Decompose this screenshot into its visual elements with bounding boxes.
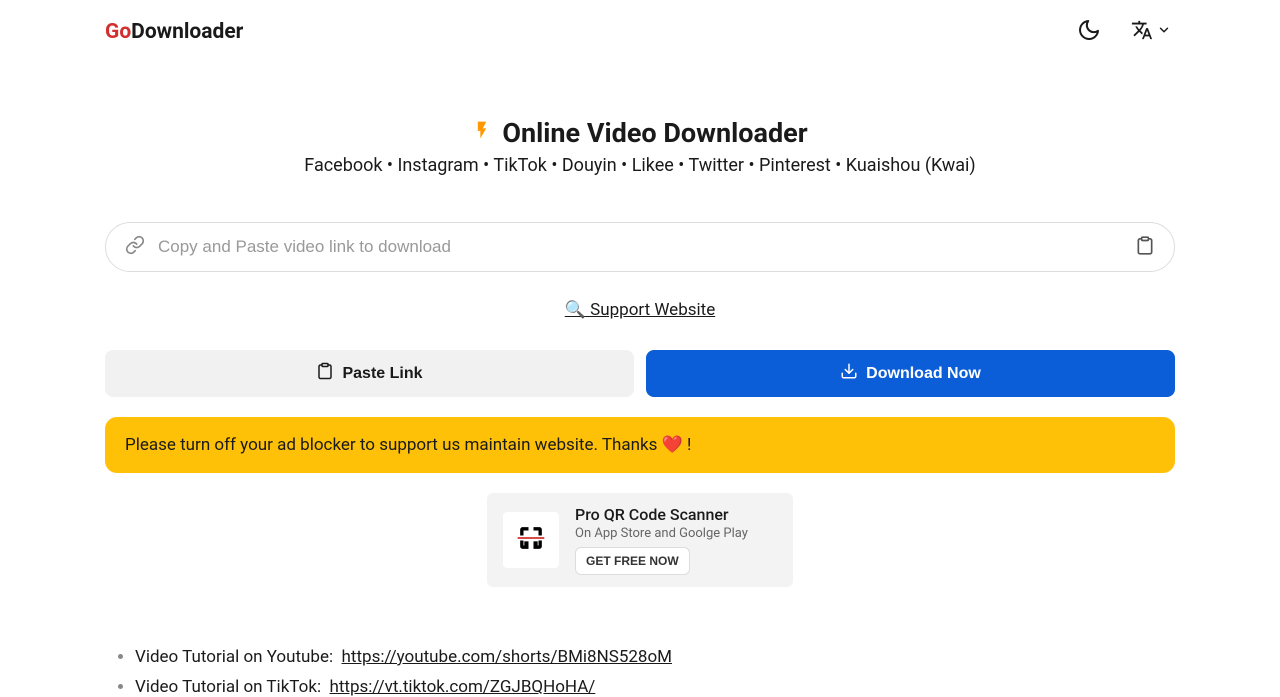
tutorial-list: Video Tutorial on Youtube: https://youtu… <box>105 647 1175 697</box>
promo-title: Pro QR Code Scanner <box>575 505 748 524</box>
button-row: Paste Link Download Now <box>105 350 1175 397</box>
download-icon <box>840 362 858 385</box>
moon-icon <box>1077 18 1101 45</box>
clipboard-icon <box>316 362 334 385</box>
bolt-icon <box>472 118 492 148</box>
paste-label: Paste Link <box>342 365 422 383</box>
promo-content: Pro QR Code Scanner On App Store and Goo… <box>575 505 748 575</box>
main-content: Online Video Downloader Facebook • Insta… <box>0 49 1280 697</box>
promo-card[interactable]: Pro QR Code Scanner On App Store and Goo… <box>487 493 793 587</box>
tutorial-item: Video Tutorial on TikTok: https://vt.tik… <box>135 677 1175 697</box>
url-input-wrapper <box>105 222 1175 272</box>
chevron-down-icon <box>1157 23 1171 40</box>
header: GoDownloader <box>0 0 1280 49</box>
page-title: Online Video Downloader <box>502 117 807 149</box>
clipboard-icon <box>1135 244 1155 259</box>
title-row: Online Video Downloader <box>105 117 1175 149</box>
language-selector[interactable] <box>1127 15 1175 48</box>
promo-subtitle: On App Store and Goolge Play <box>575 526 748 541</box>
dark-mode-toggle[interactable] <box>1073 14 1105 49</box>
tutorial-label: Video Tutorial on Youtube: <box>135 647 333 667</box>
logo-go: Go <box>105 20 131 44</box>
adblock-alert: Please turn off your ad blocker to suppo… <box>105 417 1175 473</box>
qr-icon-box <box>503 512 559 568</box>
subtitle: Facebook • Instagram • TikTok • Douyin •… <box>105 155 1175 176</box>
tutorial-link-youtube[interactable]: https://youtube.com/shorts/BMi8NS528oM <box>342 647 672 667</box>
tutorial-label: Video Tutorial on TikTok: <box>135 677 321 697</box>
support-link-row: 🔍 Support Website <box>105 300 1175 320</box>
clipboard-button[interactable] <box>1135 236 1155 259</box>
tutorial-link-tiktok[interactable]: https://vt.tiktok.com/ZGJBQHoHA/ <box>330 677 596 697</box>
promo-get-button[interactable]: GET FREE NOW <box>575 547 690 575</box>
translate-icon <box>1131 19 1153 44</box>
url-input[interactable] <box>105 222 1175 272</box>
logo[interactable]: GoDownloader <box>105 20 243 44</box>
support-website-link[interactable]: 🔍 Support Website <box>565 300 715 320</box>
paste-link-button[interactable]: Paste Link <box>105 350 634 397</box>
qr-scanner-icon <box>511 518 551 562</box>
tutorial-item: Video Tutorial on Youtube: https://youtu… <box>135 647 1175 667</box>
download-now-button[interactable]: Download Now <box>646 350 1175 397</box>
link-icon <box>125 235 145 259</box>
logo-downloader: Downloader <box>131 20 243 44</box>
header-actions <box>1073 14 1175 49</box>
download-label: Download Now <box>866 365 981 383</box>
